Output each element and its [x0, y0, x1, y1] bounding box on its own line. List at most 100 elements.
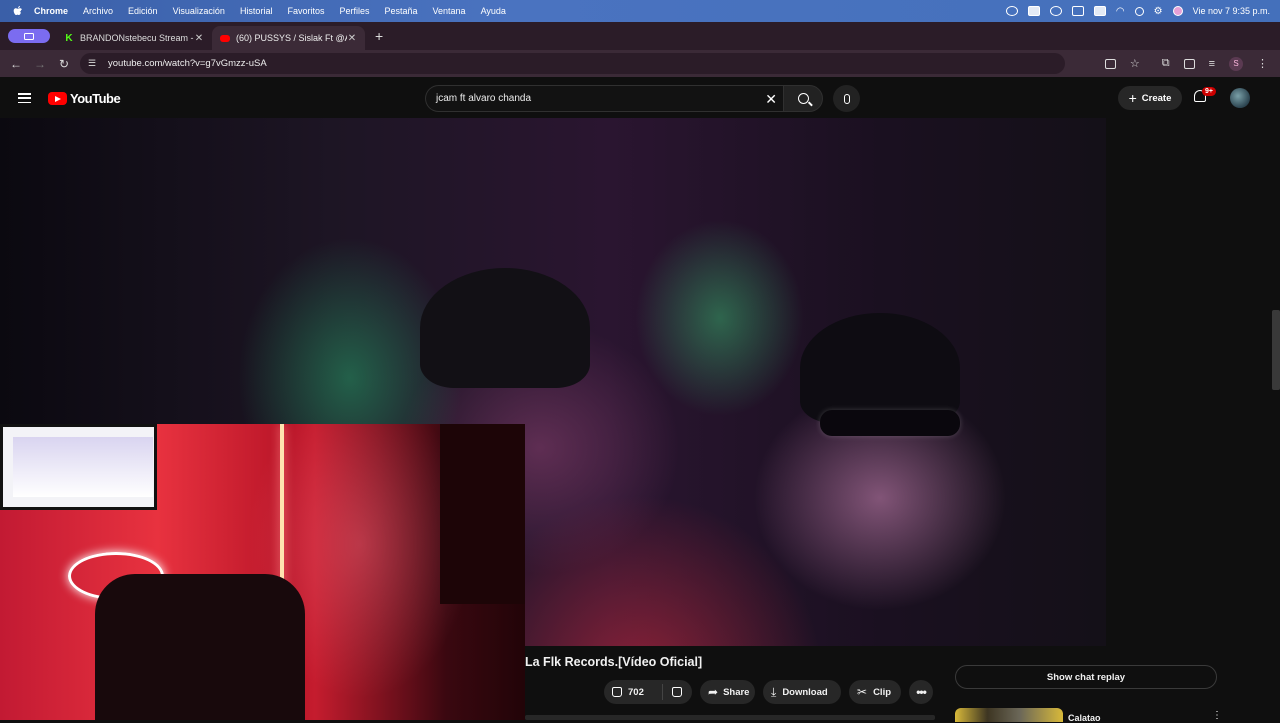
close-tab-icon[interactable]: ✕ — [347, 33, 357, 44]
video-frame-figure — [800, 313, 960, 423]
like-dislike-group: 702 — [604, 680, 692, 704]
macos-menu-bar: Chrome Archivo Edición Visualización His… — [0, 0, 1280, 22]
toolbar-actions: ☆ ⧉ ≡ S ⋮ — [1104, 50, 1268, 77]
apple-icon[interactable] — [12, 5, 24, 17]
account-avatar[interactable] — [1230, 88, 1250, 108]
search-query[interactable]: jcam ft alvaro chanda — [436, 93, 531, 104]
search-input[interactable]: jcam ft alvaro chanda ✕ — [425, 85, 787, 112]
download-icon: ⤓ — [771, 684, 777, 699]
youtube-header: YouTube jcam ft alvaro chanda ✕ + Create… — [0, 80, 1280, 118]
webcam-tv-screen — [0, 424, 157, 510]
video-actions: 702 ➦ Share ⤓ Download ✂ Clip ••• — [604, 680, 933, 704]
youtube-logo[interactable]: YouTube — [48, 91, 121, 106]
address-bar[interactable]: ☰ youtube.com/watch?v=g7vGmzz-uSA — [80, 53, 1065, 74]
plus-icon: + — [1128, 90, 1137, 106]
address-url[interactable]: youtube.com/watch?v=g7vGmzz-uSA — [108, 58, 267, 69]
recommendation-menu-icon[interactable]: ⋮ — [1212, 710, 1222, 721]
thumbs-down-icon — [672, 687, 683, 697]
install-app-icon[interactable] — [1104, 58, 1116, 69]
create-button[interactable]: + Create — [1118, 86, 1182, 110]
bookmark-star-icon[interactable]: ☆ — [1130, 57, 1140, 70]
site-info-icon[interactable]: ☰ — [88, 58, 100, 69]
chrome-menu-icon[interactable]: ⋮ — [1257, 57, 1268, 70]
screen-share-icon[interactable] — [1005, 6, 1018, 16]
menu-pestana[interactable]: Pestaña — [384, 6, 417, 16]
tab-label: BRANDONstebecu Stream - K — [80, 33, 194, 43]
share-label: Share — [723, 686, 750, 698]
wifi-icon[interactable]: ◠ — [1116, 6, 1125, 17]
chat-replay-label: Show chat replay — [1046, 671, 1126, 683]
menu-edicion[interactable]: Edición — [128, 6, 158, 16]
menubar-clock[interactable]: Vie nov 7 9:35 p.m. — [1193, 6, 1270, 16]
video-frame-detail — [820, 410, 960, 436]
menu-historial[interactable]: Historial — [240, 6, 273, 16]
microphone-icon — [843, 93, 850, 104]
show-chat-replay-button[interactable]: Show chat replay — [955, 665, 1217, 689]
download-button[interactable]: ⤓ Download — [763, 680, 841, 704]
back-icon[interactable]: ← — [4, 57, 28, 71]
clip-label: Clip — [873, 686, 892, 698]
tab-groups-button[interactable] — [8, 29, 50, 43]
youtube-wordmark: YouTube — [70, 91, 121, 106]
browser-toolbar: ← → ↻ ☰ youtube.com/watch?v=g7vGmzz-uSA … — [0, 50, 1280, 77]
wall-poster — [440, 424, 525, 604]
screen-record-icon[interactable] — [1027, 6, 1040, 16]
scissors-icon: ✂ — [857, 685, 868, 699]
search-icon — [797, 93, 809, 104]
notifications-button[interactable]: 9+ — [1194, 87, 1216, 105]
forward-icon[interactable]: → — [28, 57, 52, 71]
media-controls-icon[interactable]: ≡ — [1209, 58, 1215, 70]
share-button[interactable]: ➦ Share — [700, 680, 755, 704]
video-title: La Flk Records.[Vídeo Oficial] — [525, 655, 703, 669]
share-icon: ➦ — [708, 685, 719, 699]
menu-favoritos[interactable]: Favoritos — [287, 6, 324, 16]
tab-search-icon — [24, 32, 34, 40]
extensions-icon[interactable]: ⧉ — [1162, 57, 1170, 70]
tab-label: (60) PUSSYS / Sislak Ft @Alv — [236, 33, 347, 43]
tv-banner — [13, 437, 153, 497]
gaming-chair — [95, 574, 305, 720]
youtube-icon — [220, 34, 230, 42]
tab-youtube-video[interactable]: (60) PUSSYS / Sislak Ft @Alv ✕ — [212, 26, 365, 50]
menu-archivo[interactable]: Archivo — [83, 6, 113, 16]
siri-icon[interactable] — [1172, 6, 1183, 16]
notification-badge: 9+ — [1202, 87, 1216, 96]
voice-search-button[interactable] — [833, 85, 860, 112]
search-icon[interactable] — [1134, 6, 1144, 16]
recommendation-title[interactable]: Calatao — [1068, 713, 1101, 723]
thumbs-up-icon — [612, 687, 622, 697]
like-button[interactable]: 702 — [612, 684, 663, 700]
close-tab-icon[interactable]: ✕ — [194, 33, 204, 44]
reload-icon[interactable]: ↻ — [52, 57, 76, 71]
kick-icon: K — [65, 32, 73, 44]
new-tab-icon[interactable]: + — [375, 28, 383, 44]
webcam-overlay — [0, 424, 525, 720]
menubar-status-area: ◠ ⚙ Vie nov 7 9:35 p.m. — [1005, 0, 1270, 22]
window-icon[interactable] — [1071, 6, 1084, 16]
like-count: 702 — [628, 686, 644, 698]
side-panel-icon[interactable] — [1183, 58, 1195, 69]
menu-perfiles[interactable]: Perfiles — [339, 6, 369, 16]
clip-button[interactable]: ✂ Clip — [849, 680, 901, 704]
description-box-edge — [525, 715, 935, 720]
keyboard-input-icon[interactable] — [1093, 6, 1106, 16]
menu-ventana[interactable]: Ventana — [433, 6, 466, 16]
window-edge-scrollbar[interactable] — [1272, 310, 1280, 390]
video-frame-figure — [420, 268, 590, 388]
guide-menu-icon[interactable] — [18, 93, 31, 103]
dislike-button[interactable] — [663, 687, 692, 697]
menu-ayuda[interactable]: Ayuda — [481, 6, 506, 16]
search-button[interactable] — [783, 85, 823, 112]
menu-visualizacion[interactable]: Visualización — [173, 6, 225, 16]
more-horizontal-icon: ••• — [916, 685, 927, 699]
play-circle-icon[interactable] — [1049, 6, 1062, 16]
youtube-play-icon — [48, 92, 67, 105]
control-center-icon[interactable]: ⚙ — [1154, 6, 1163, 17]
create-label: Create — [1141, 92, 1172, 104]
profile-avatar[interactable]: S — [1229, 56, 1243, 71]
tab-kick-stream[interactable]: K BRANDONstebecu Stream - K ✕ — [56, 26, 212, 50]
more-actions-button[interactable]: ••• — [909, 680, 933, 704]
clear-search-icon[interactable]: ✕ — [765, 91, 777, 108]
menu-app-name[interactable]: Chrome — [34, 6, 68, 16]
download-label: Download — [782, 686, 828, 698]
